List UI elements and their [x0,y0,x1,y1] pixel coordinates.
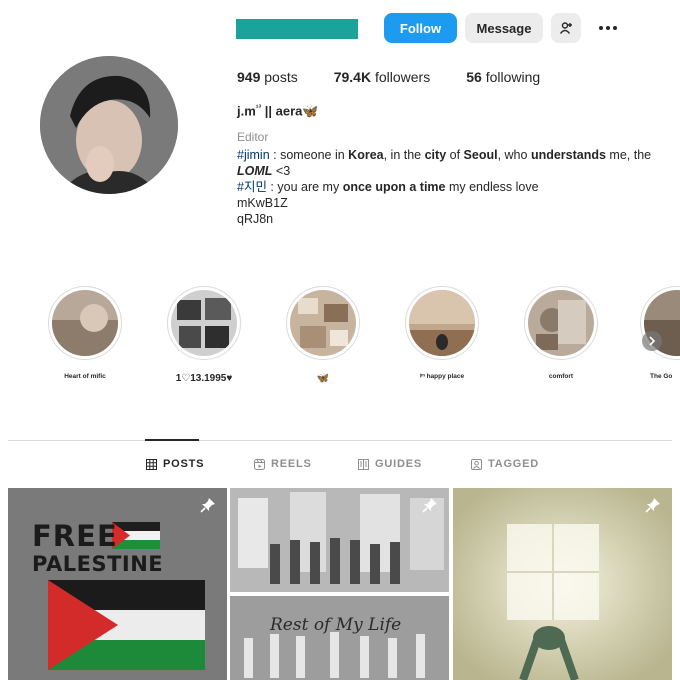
bio-bold-text: understands [530,148,606,162]
display-name-prefix: j.m [237,103,256,119]
highlight-item[interactable]: comfort [521,286,601,380]
post-image-dancer [453,488,672,680]
bio-truncation-fade [237,224,487,232]
bio-text: : someone in [269,148,349,162]
highlights-next-button[interactable] [642,331,662,351]
bio-line-3: #지민 : you are my once upon a time my end… [237,179,667,195]
highlight-cover [48,286,122,360]
person-plus-icon [559,22,572,34]
guides-icon [358,458,369,470]
highlight-label: ʲᵐ happy place [419,373,465,380]
bio-line-2: LOML <3 [237,163,667,179]
reels-icon [254,458,265,470]
tab-label: GUIDES [375,458,422,470]
ellipsis-icon [599,26,617,30]
highlight-item[interactable]: ʲᵐ happy place [402,286,482,380]
pin-icon [200,498,215,513]
highlight-item[interactable]: Heart of mific [45,286,125,380]
post-image-free-palestine [8,488,227,680]
bio-text: , in the [383,148,425,162]
display-name-suffix: || aera [261,103,303,119]
more-options-button[interactable] [592,13,624,43]
profile-bio: #jimin : someone in Korea, in the city o… [237,147,667,227]
bio-bold-italic-text: LOML [237,164,273,178]
bio-bold-text: Seoul [463,148,498,162]
suggest-user-button[interactable] [551,13,581,43]
chevron-right-icon [649,336,656,346]
grid-icon [146,458,157,470]
bio-text: <3 [272,164,291,178]
highlight-label: comfort [548,373,574,380]
posts-stat: 949 posts [237,69,298,85]
tab-reels[interactable]: REELS [254,458,312,470]
bio-line-1: #jimin : someone in Korea, in the city o… [237,147,667,163]
tab-guides[interactable]: GUIDES [358,458,422,470]
highlight-cover [286,286,360,360]
bio-line-4: mKwB1Z [237,196,288,210]
bio-text: my endless love [445,180,539,194]
bio-bold-text: city [424,148,447,162]
following-stat[interactable]: 56 following [466,69,540,85]
followers-label: followers [374,69,431,85]
profile-avatar[interactable] [40,56,178,194]
highlight-item[interactable]: 🦋 [283,286,363,384]
bio-text: : you are my [266,180,343,194]
posts-count: 949 [237,69,261,85]
display-name: j.m¹³ || aera🦋 [237,103,319,119]
bio-bold-text: once upon a time [342,180,446,194]
username-redacted-bar [236,19,358,39]
butterfly-emoji: 🦋 [302,103,319,119]
post-tile[interactable]: Rest of My Life [230,488,449,680]
story-highlights: Heart of mific 1♡13.1995♥ 🦋 ʲᵐ happy pla… [0,286,680,396]
pin-icon [645,498,660,513]
post-tile[interactable] [453,488,672,680]
post-image-group-photo [230,488,449,680]
highlight-label: 1♡13.1995♥ [175,373,233,384]
bio-text: , who [497,148,531,162]
post-text-line-2: PALESTINE [32,552,164,576]
followers-stat[interactable]: 79.4K followers [334,69,431,85]
tab-posts[interactable]: POSTS [146,458,204,470]
highlight-label: Heart of mific [64,373,106,380]
tab-tagged[interactable]: TAGGED [471,458,539,470]
highlight-label: The Go [650,373,673,380]
hashtag-link[interactable]: #jimin [237,148,270,162]
bio-bold-text: Korea [348,148,384,162]
hashtag-link[interactable]: #지민 [237,180,267,194]
profile-category: Editor [237,130,269,144]
tab-label: POSTS [163,458,205,470]
highlight-item[interactable]: 1♡13.1995♥ [164,286,244,384]
tabs-divider [8,440,672,441]
follow-button[interactable]: Follow [384,13,457,43]
following-count: 56 [466,69,482,85]
bio-text: me, the [605,148,652,162]
post-tile[interactable]: FREE PALESTINE [8,488,227,680]
tab-label: TAGGED [488,458,540,470]
active-tab-indicator [145,439,199,441]
message-button[interactable]: Message [465,13,543,43]
followers-count: 79.4K [333,69,372,85]
post-text-line-1: FREE [32,519,118,553]
highlight-cover [167,286,241,360]
pin-icon [422,498,437,513]
highlight-cover [524,286,598,360]
bio-text: of [446,148,464,162]
highlight-cover [405,286,479,360]
post-caption-text: Rest of My Life [270,615,402,635]
tab-label: REELS [271,458,312,470]
tagged-icon [471,458,482,470]
posts-label: posts [264,69,298,85]
profile-stats: 949 posts 79.4K followers 56 following [237,69,576,85]
following-label: following [485,69,541,85]
highlight-label: 🦋 [316,373,330,384]
